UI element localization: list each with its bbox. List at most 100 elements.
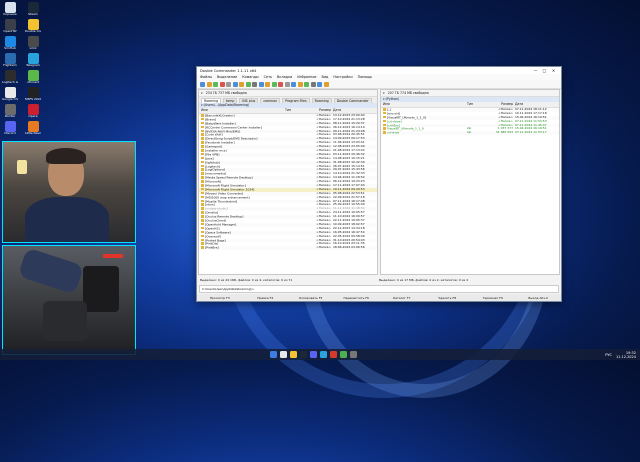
file-name-text: [Brave] xyxy=(205,117,217,122)
file-name-text: [Opera Software] xyxy=(205,230,231,234)
menu-item[interactable]: Настройки xyxy=(333,75,352,79)
window-titlebar[interactable]: Double Commander 1.1.11 x64 — □ ✕ xyxy=(197,67,561,74)
toolbar-button-icon[interactable] xyxy=(291,81,296,87)
desktop-icon-label: Steam xyxy=(28,13,38,16)
panel-tab[interactable]: Program Files xyxy=(282,98,310,103)
app-icon xyxy=(27,104,39,115)
desktop-icon[interactable]: SimHub xyxy=(2,36,18,51)
taskbar-app-icon[interactable] xyxy=(289,351,297,358)
close-button[interactable]: ✕ xyxy=(549,68,558,73)
command-line[interactable]: C:\Users\User\AppData\Roaming\> xyxy=(199,285,559,293)
desktop-icon-label: Discord xyxy=(4,132,16,135)
folder-icon xyxy=(201,226,204,230)
toolbar-button-icon[interactable] xyxy=(317,81,322,87)
app-icon xyxy=(27,53,39,64)
function-key-button[interactable]: Копировать F5 xyxy=(288,296,334,300)
desktop-icon[interactable]: vmix xyxy=(25,36,41,51)
panel-tab[interactable]: Roaming xyxy=(311,98,332,103)
taskbar-app-icon[interactable] xyxy=(309,351,317,358)
taskbar-app-icon[interactable] xyxy=(269,351,277,358)
menu-item[interactable]: Помощь xyxy=(358,75,372,79)
folder-icon xyxy=(383,127,386,130)
toolbar-button-icon[interactable] xyxy=(213,81,218,87)
function-key-button[interactable]: Выход Alt+X xyxy=(516,296,562,300)
toolbar-button-icon[interactable] xyxy=(206,81,212,87)
toolbar-button-icon[interactable] xyxy=(252,81,257,87)
function-key-button[interactable]: Каталог F7 xyxy=(379,296,425,300)
desktop-icon[interactable]: Little Navmap xyxy=(25,121,41,136)
desktop-icon[interactable]: Telegram xyxy=(25,53,41,68)
desktop-icon[interactable]: OpenHW xyxy=(2,19,18,34)
desktop-icon[interactable]: Корзина xyxy=(2,2,18,17)
menu-item[interactable]: Файлы xyxy=(200,75,212,79)
menu-item[interactable]: Вид xyxy=(322,75,329,79)
desktop-icon[interactable]: Discord xyxy=(2,121,18,136)
desktop-icon[interactable]: uTorrent xyxy=(25,70,41,85)
taskbar-app-icon[interactable] xyxy=(319,351,327,358)
function-key-button[interactable]: Удалить F8 xyxy=(425,296,471,300)
toolbar-button-icon[interactable] xyxy=(258,81,264,87)
panel-tab[interactable]: Double Commander xyxy=(333,98,372,103)
toolbar-button-icon[interactable] xyxy=(310,81,316,87)
folder-icon xyxy=(201,176,204,179)
col-ext[interactable]: Тип xyxy=(285,108,305,113)
taskbar-app-icon[interactable] xyxy=(349,351,357,358)
toolbar-button-icon[interactable] xyxy=(271,81,277,87)
panel-tab[interactable]: common xyxy=(260,98,281,103)
desktop-icon[interactable]: MSFS 2024 xyxy=(25,87,41,102)
function-key-button[interactable]: Правка F4 xyxy=(243,296,289,300)
menu-item[interactable]: Избранное xyxy=(297,75,316,79)
col-name[interactable]: Имя xyxy=(199,108,285,113)
taskbar-app-icon[interactable] xyxy=(299,351,307,358)
toolbar-button-icon[interactable] xyxy=(278,81,283,87)
function-key-button[interactable]: Терминал F9 xyxy=(470,296,516,300)
right-free-space: 207 ГБ 774 МБ свободно xyxy=(387,91,429,95)
file-row[interactable]: cd-drive zip 31 685 593 07.11.2024 11:53:17 xyxy=(381,130,559,136)
desktop-icon[interactable]: Flightsim xyxy=(2,53,18,68)
minimize-button[interactable]: — xyxy=(531,68,540,73)
function-key-button[interactable]: Переместить F6 xyxy=(334,296,380,300)
folder-icon xyxy=(201,125,204,129)
file-row[interactable]: [PinkBra] <Папка> 18.06.2024 03:06:56 xyxy=(199,245,377,251)
file-date: 07.11.2024 11:53:17 xyxy=(515,130,547,135)
desktop-icon[interactable]: Double Comm xyxy=(25,19,41,34)
toolbar-button-icon[interactable] xyxy=(200,81,205,87)
toolbar-button-icon[interactable] xyxy=(245,81,251,87)
folder-icon xyxy=(201,195,204,199)
function-key-button[interactable]: Просмотр F3 xyxy=(197,296,243,300)
clock[interactable]: 19:32 11.12.2024 xyxy=(616,351,636,359)
taskbar-app-icon[interactable] xyxy=(339,351,347,358)
menu-item[interactable]: Выделение xyxy=(217,75,237,79)
desktop-icon-label: MSFS 2024 xyxy=(25,98,41,101)
toolbar-button-icon[interactable] xyxy=(265,81,270,87)
toolbar-button-icon[interactable] xyxy=(297,81,303,87)
maximize-button[interactable]: □ xyxy=(540,68,549,73)
desktop-icon[interactable]: Google Chrome xyxy=(2,87,18,102)
menu-item[interactable]: Команды xyxy=(242,75,258,79)
clock-date: 11.12.2024 xyxy=(615,354,636,359)
col-ext[interactable]: Тип xyxy=(467,102,487,107)
file-name-text: [nodejs-studio] xyxy=(205,207,228,211)
toolbar-button-icon[interactable] xyxy=(304,81,309,87)
desktop-icon[interactable]: Opera xyxy=(25,104,41,119)
toolbar-button-icon[interactable] xyxy=(226,81,231,87)
file-name-text: [env.old] xyxy=(387,111,401,116)
desktop-icon[interactable]: Pointer xyxy=(2,104,18,119)
language-indicator[interactable]: РУС xyxy=(605,353,612,357)
toolbar-button-icon[interactable] xyxy=(232,81,238,87)
desktop-icon[interactable]: Steam xyxy=(25,2,41,17)
toolbar-button-icon[interactable] xyxy=(284,81,290,87)
taskbar-app-icon[interactable] xyxy=(329,351,337,358)
taskbar-app-icon[interactable] xyxy=(279,351,287,358)
menu-item[interactable]: Вкладки xyxy=(277,75,292,79)
left-drive-select[interactable]: c xyxy=(201,91,203,95)
toolbar-button-icon[interactable] xyxy=(219,81,225,87)
desktop-icon[interactable]: Logitech G HUB xyxy=(2,70,18,85)
app-icon xyxy=(27,70,39,81)
toolbar-button-icon[interactable] xyxy=(323,81,329,87)
col-name[interactable]: Имя xyxy=(381,102,467,107)
right-drive-select[interactable]: c xyxy=(383,91,385,95)
menu-item[interactable]: Сеть xyxy=(264,75,272,79)
folder-icon xyxy=(383,111,386,115)
toolbar-button-icon[interactable] xyxy=(239,81,244,87)
